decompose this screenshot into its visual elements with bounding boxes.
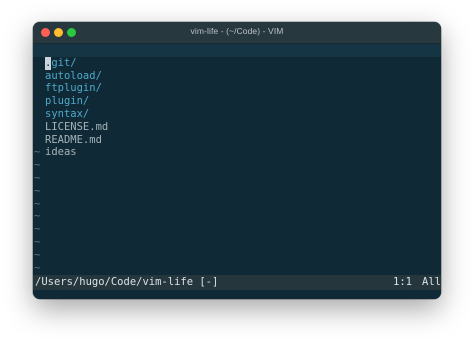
tilde-marker: ~ [34,146,41,159]
file-entry-row[interactable]: syntax/ [33,95,441,120]
file-entry-row[interactable]: .git/ [33,44,441,70]
tilde-marker: ~ [34,223,41,236]
tilde-marker: ~ [34,184,41,197]
file-entry-row[interactable]: ftplugin/ [33,70,441,94]
tilde-marker: ~ [34,172,41,184]
tilde-marker: ~ [34,197,41,210]
empty-buffer-line: ~ [33,198,441,211]
status-path: /Users/hugo/Code/vim-life [-] [35,276,219,288]
tilde-marker: ~ [34,248,41,261]
title-bar[interactable]: vim-life - (~/Code) - VIM [33,22,441,44]
empty-buffer-line: ~ [33,262,441,275]
scroll-indicator: All [422,276,441,288]
status-line: /Users/hugo/Code/vim-life [-] 1:1 All [33,275,441,290]
file-entry-row[interactable]: plugin/ [33,82,441,107]
empty-buffer-line: ~ [33,185,441,198]
empty-buffer-line: ~ [33,159,441,172]
cursor-position: 1:1 [393,276,412,288]
tilde-marker: ~ [34,159,41,172]
window-title: vim-life - (~/Code) - VIM [190,26,284,36]
empty-buffer-line: ~ [33,146,441,159]
empty-buffer-line: ~ [33,249,441,262]
tilde-marker: ~ [34,261,41,274]
empty-buffer-line: ~ [33,210,441,223]
file-entry-row[interactable]: ideas [33,134,441,158]
command-line[interactable] [33,290,441,299]
empty-buffer-line: ~ [33,172,441,185]
empty-buffer-line: ~ [33,236,441,249]
empty-buffer-line: ~ [33,223,441,236]
vim-editor[interactable]: .git/ autoload/ ftplugin/ plugin/ syntax… [33,44,441,278]
terminal-window: vim-life - (~/Code) - VIM .git/ autoload… [33,22,441,299]
tilde-marker: ~ [34,210,41,223]
tilde-marker: ~ [34,236,41,248]
file-entry-row[interactable]: README.md [33,121,441,146]
file-entry-row[interactable]: LICENSE.md [33,108,441,133]
file-entry-row[interactable]: autoload/ [33,57,441,82]
